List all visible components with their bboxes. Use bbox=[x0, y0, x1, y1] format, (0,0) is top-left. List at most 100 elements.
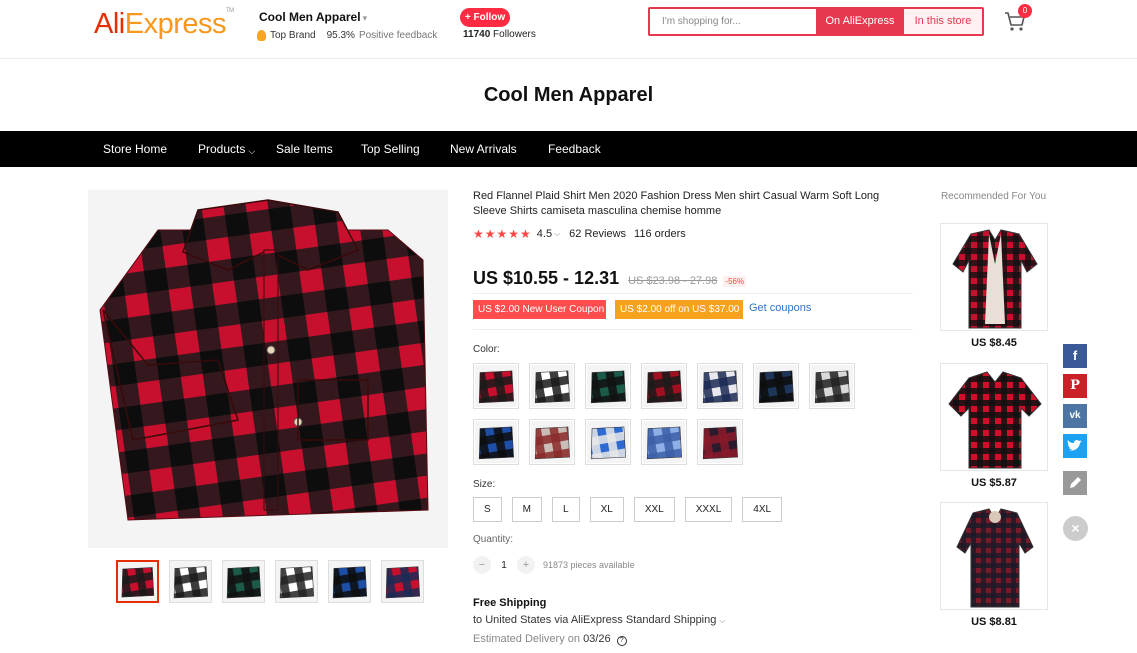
nav-label: Feedback bbox=[548, 142, 601, 156]
recommended-item-3[interactable] bbox=[940, 502, 1048, 610]
thumbnail-image[interactable] bbox=[328, 560, 371, 603]
twitter-share-icon[interactable] bbox=[1063, 434, 1087, 458]
edit-pencil-icon[interactable] bbox=[1063, 471, 1087, 495]
thumbnail-image[interactable] bbox=[169, 560, 212, 603]
size-option-xxl[interactable]: XXL bbox=[633, 497, 675, 522]
search-store-button[interactable]: In this store bbox=[904, 9, 982, 34]
close-icon[interactable]: × bbox=[1063, 516, 1088, 541]
decrement-button[interactable]: − bbox=[473, 556, 491, 574]
medal-icon bbox=[257, 30, 266, 41]
color-swatch[interactable] bbox=[697, 419, 743, 465]
top-brand-label: Top Brand bbox=[270, 30, 316, 41]
chevron-down-icon: ⌵ bbox=[719, 616, 726, 625]
color-swatch[interactable] bbox=[641, 363, 687, 409]
store-name-link[interactable]: Cool Men Apparel ▾ bbox=[259, 10, 367, 24]
price-row: US $10.55 - 12.31 US $23.98 - 27.98 -56% bbox=[473, 268, 747, 289]
chevron-down-icon: ⌵ bbox=[554, 229, 561, 238]
size-option-l[interactable]: L bbox=[552, 497, 580, 522]
nav-label: Top Selling bbox=[361, 142, 420, 156]
recommended-title: Recommended For You bbox=[940, 191, 1047, 202]
size-option-m[interactable]: M bbox=[511, 497, 543, 522]
store-nav: Store Home Products ⌵ Sale Items Top Sell… bbox=[0, 131, 1137, 167]
pencil-icon bbox=[1070, 477, 1081, 488]
chevron-down-icon: ⌵ bbox=[248, 146, 256, 156]
product-main-image[interactable] bbox=[88, 190, 448, 548]
quantity-input[interactable]: 1 bbox=[491, 560, 517, 571]
recommended-item-2[interactable] bbox=[940, 363, 1048, 471]
logo-tm: TM bbox=[226, 8, 234, 14]
recommended-price-2: US $5.87 bbox=[971, 477, 1017, 489]
nav-sale-items[interactable]: Sale Items bbox=[276, 131, 333, 167]
followers-count: 11740 bbox=[463, 29, 491, 40]
shipping-title: Free Shipping bbox=[473, 597, 547, 609]
increment-button[interactable]: + bbox=[517, 556, 535, 574]
search-aliexpress-button[interactable]: On AliExpress bbox=[816, 9, 904, 34]
original-price: US $23.98 - 27.98 bbox=[628, 275, 718, 287]
current-price: US $10.55 - 12.31 bbox=[473, 268, 620, 288]
store-name-text: Cool Men Apparel bbox=[259, 10, 361, 24]
orders-count: 116 orders bbox=[634, 228, 686, 240]
pinterest-share-icon[interactable]: P bbox=[1063, 374, 1087, 398]
help-icon[interactable]: ? bbox=[616, 636, 627, 646]
rating-value[interactable]: 4.5 bbox=[537, 228, 552, 240]
search-input[interactable]: I'm shopping for... bbox=[650, 9, 816, 34]
color-swatch[interactable] bbox=[753, 363, 799, 409]
follow-button[interactable]: + Follow bbox=[460, 8, 510, 27]
color-swatch[interactable] bbox=[809, 363, 855, 409]
thumbnail-image[interactable] bbox=[222, 560, 265, 603]
nav-label: Sale Items bbox=[276, 142, 333, 156]
size-option-xxxl[interactable]: XXXL bbox=[684, 497, 733, 522]
followers-label: Followers bbox=[493, 29, 536, 40]
chevron-down-icon: ▾ bbox=[362, 13, 368, 23]
nav-store-home[interactable]: Store Home bbox=[103, 131, 167, 167]
size-option-4xl[interactable]: 4XL bbox=[742, 497, 783, 522]
logo-ali-text: Ali bbox=[94, 8, 125, 40]
store-coupon[interactable]: US $2.00 off on US $37.00 bbox=[615, 300, 743, 319]
thumbnail-image[interactable] bbox=[116, 560, 159, 603]
facebook-share-icon[interactable]: f bbox=[1063, 344, 1087, 368]
color-swatch[interactable] bbox=[529, 363, 575, 409]
nav-new-arrivals[interactable]: New Arrivals bbox=[450, 131, 517, 167]
delivery-label: Estimated Delivery on bbox=[473, 633, 580, 645]
quantity-label: Quantity: bbox=[473, 534, 514, 545]
nav-top-selling[interactable]: Top Selling bbox=[361, 131, 420, 167]
search-bar: I'm shopping for... On AliExpress In thi… bbox=[648, 7, 984, 36]
quantity-available: 91873 pieces available bbox=[543, 560, 635, 570]
nav-feedback[interactable]: Feedback bbox=[548, 131, 601, 167]
thumbnail-strip bbox=[116, 560, 424, 603]
recommended-item-1[interactable] bbox=[940, 223, 1048, 331]
thumbnail-image[interactable] bbox=[381, 560, 424, 603]
color-label: Color: bbox=[473, 344, 500, 355]
color-swatch[interactable] bbox=[473, 419, 519, 465]
color-swatch[interactable] bbox=[641, 419, 687, 465]
top-header: AliExpressTM Cool Men Apparel ▾ Top Brand… bbox=[0, 0, 1137, 59]
color-swatch[interactable] bbox=[585, 363, 631, 409]
delivery-date: 03/26 bbox=[583, 633, 611, 645]
color-swatch[interactable] bbox=[585, 419, 631, 465]
product-title: Red Flannel Plaid Shirt Men 2020 Fashion… bbox=[473, 190, 880, 217]
vk-share-icon[interactable]: vk bbox=[1063, 404, 1087, 428]
shirt-image bbox=[948, 371, 1042, 469]
aliexpress-logo[interactable]: AliExpressTM bbox=[94, 8, 234, 41]
get-coupons-link[interactable]: Get coupons bbox=[749, 302, 811, 314]
thumbnail-image[interactable] bbox=[275, 560, 318, 603]
color-swatches bbox=[473, 363, 873, 465]
divider bbox=[473, 293, 913, 294]
shipping-destination-text: to United States via AliExpress Standard… bbox=[473, 614, 717, 626]
cart-count-badge: 0 bbox=[1018, 4, 1032, 18]
rating-row: ★★★★★ 4.5 ⌵ 62 Reviews 116 orders bbox=[473, 227, 686, 241]
size-option-xl[interactable]: XL bbox=[589, 497, 624, 522]
shipping-destination[interactable]: to United States via AliExpress Standard… bbox=[473, 614, 725, 626]
shirt-image bbox=[952, 229, 1038, 329]
quantity-stepper: − 1 + 91873 pieces available bbox=[473, 556, 635, 574]
reviews-link[interactable]: 62 Reviews bbox=[569, 228, 626, 240]
feedback-label: Positive feedback bbox=[358, 30, 438, 41]
size-options: S M L XL XXL XXXL 4XL bbox=[473, 497, 783, 522]
size-option-s[interactable]: S bbox=[473, 497, 502, 522]
color-swatch[interactable] bbox=[473, 363, 519, 409]
color-swatch[interactable] bbox=[529, 419, 575, 465]
color-swatch[interactable] bbox=[697, 363, 743, 409]
store-banner-title: Cool Men Apparel bbox=[483, 84, 654, 106]
new-user-coupon[interactable]: US $2.00 New User Coupon bbox=[473, 300, 606, 319]
nav-products[interactable]: Products ⌵ bbox=[198, 131, 255, 167]
